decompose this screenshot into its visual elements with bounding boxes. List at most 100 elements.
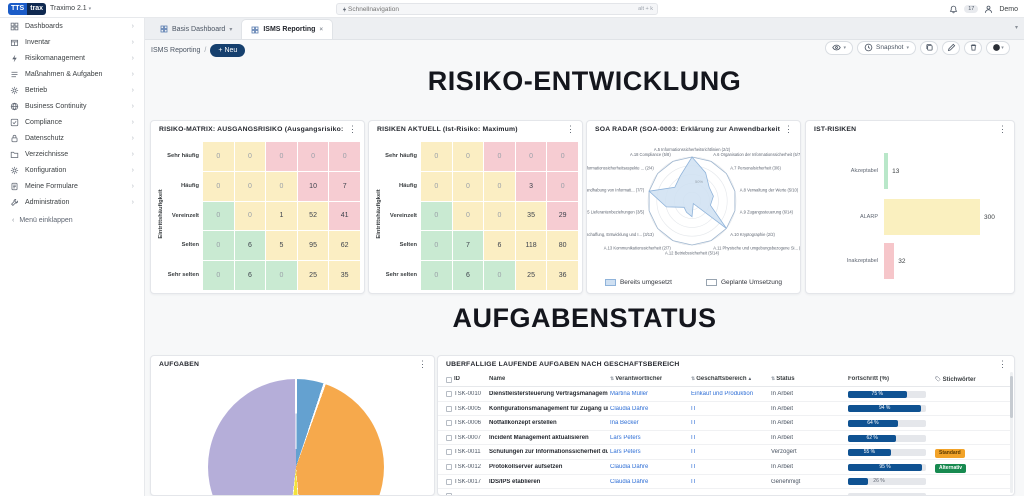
sidebar-item-inventar[interactable]: Inventar › [0,34,144,50]
row-checkbox[interactable] [446,420,452,427]
cell-responsible-link[interactable]: Martina Müller [610,391,689,397]
cell-area-link[interactable]: IT [691,406,769,412]
kebab-menu-icon[interactable]: ⋮ [784,125,793,134]
section-title-aufgabenstatus: AUFGABENSTATUS [452,303,717,333]
notification-badge[interactable]: 17 [964,5,979,13]
row-checkbox[interactable] [446,464,452,470]
table-row[interactable]: TSK-0017 IDS/IPS etablieren Claudia Dähre I… [438,475,1010,490]
table-row[interactable]: TSK-0010 Dienstleistersteuerung Vertragsm… [438,387,1010,402]
bell-icon[interactable] [949,5,958,14]
chevron-down-icon[interactable]: ▾ [1015,24,1018,31]
col-header-stichwoerter[interactable]: Stichwörter [935,376,976,383]
cell-area-link[interactable]: IT [691,449,769,455]
col-header-status[interactable]: ⇅Status [771,376,795,382]
sidebar-item-ma-nahmen-aufgaben[interactable]: Maßnahmen & Aufgaben › [0,66,144,82]
matrix-row-label: Häufig [398,182,417,189]
table-row[interactable]: TSK-0012 Protokollserver aufsetzen Claudia… [438,460,1010,475]
table-scrollbar[interactable] [1010,372,1013,493]
sidebar-item-datenschutz[interactable]: Datenschutz › [0,130,144,146]
table-scrollbar-thumb[interactable] [1010,376,1013,418]
table-row[interactable]: TSK-0005 Konfigurationsmanagement für Zug… [438,402,1010,417]
cell-area-link[interactable]: IT [691,435,769,441]
matrix-cell: 0 [297,142,329,171]
search-input[interactable] [348,5,639,13]
user-menu[interactable]: Demo [999,6,1018,13]
sidebar-item-konfiguration[interactable]: Konfiguration › [0,162,144,178]
row-checkbox[interactable] [446,434,452,441]
table-row[interactable]: TSK-0011 Schulungen zur Informationssiche… [438,445,1010,460]
tab-basis-dashboard[interactable]: Basis Dashboard ▾ [151,19,241,39]
sidebar-item-administration[interactable]: Administration › [0,194,144,210]
cell-area-link[interactable]: IT [691,420,769,426]
row-checkbox[interactable] [446,449,452,456]
select-all-checkbox[interactable] [446,376,452,383]
table-row[interactable]: TSK-0006 Notfallkonzept erstellen Ina Beck… [438,416,1010,431]
cell-responsible-link[interactable]: Claudia Dähre [610,406,689,412]
kebab-menu-icon[interactable]: ⋮ [418,360,427,369]
chevron-right-icon: › [131,22,134,30]
cell-area-link[interactable]: IT [691,479,769,485]
duplicate-button[interactable] [920,40,938,55]
progress-label: 26 % [873,478,885,485]
app-logo[interactable]: TTS trax [8,3,47,15]
sidebar-item-verzeichnisse[interactable]: Verzeichnisse › [0,146,144,162]
delete-button[interactable] [964,40,982,55]
row-checkbox[interactable] [446,405,452,412]
table-row[interactable] [438,489,1010,495]
cell-id: TSK-0012 [454,464,482,470]
list-icon [11,71,18,77]
visibility-button[interactable]: ▾ [824,40,854,55]
lock-icon [11,134,18,142]
edit-button[interactable] [942,40,960,55]
sidebar-item-dashboards[interactable]: Dashboards › [0,18,144,34]
sidebar-item-business-continuity[interactable]: Business Continuity › [0,98,144,114]
cell-area-link[interactable]: IT [691,464,769,470]
matrix-cell: 0 [203,201,234,231]
product-version-menu[interactable]: Traximo 2.1 ▾ [50,5,91,12]
tasks-pie-chart [208,379,384,495]
sidebar-item-label: Dashboards [25,22,63,30]
close-icon[interactable]: × [319,27,323,33]
breadcrumb-item[interactable]: ISMS Reporting [151,47,200,54]
kebab-menu-icon[interactable]: ⋮ [998,125,1007,134]
matrix-cell: 0 [452,171,484,201]
cell-area-link[interactable]: Einkauf und Produktion [691,391,769,397]
sidebar-item-compliance[interactable]: Compliance › [0,114,144,130]
tab-isms-reporting[interactable]: ISMS Reporting × [241,19,333,39]
sidebar-item-risikomanagement[interactable]: Risikomanagement › [0,50,144,66]
kebab-menu-icon[interactable]: ⋮ [566,125,575,134]
col-header-geschaeftsbereich[interactable]: ⇅Geschäftsbereich ▴ [691,376,751,382]
progress-label: 75 % [871,390,883,397]
sidebar-item-meine-formulare[interactable]: Meine Formulare › [0,178,144,194]
kebab-menu-icon[interactable]: ⋮ [348,125,357,134]
cell-responsible-link[interactable]: Claudia Dähre [610,479,689,485]
grid-icon [251,26,259,33]
quick-navigation-search[interactable]: alt + k [336,3,658,15]
row-checkbox[interactable] [446,391,452,397]
card-title: RISIKEN AKTUELL (Ist-Risiko: Maximum) [377,126,518,133]
table-row[interactable]: TSK-0007 Incident Management aktualisiere… [438,431,1010,446]
matrix-cell: 0 [329,142,360,171]
options-button[interactable]: ▾ [986,40,1010,55]
sidebar-item-betrieb[interactable]: Betrieb › [0,82,144,98]
matrix-cell: 95 [297,231,329,261]
col-header-id[interactable]: ID [454,376,460,382]
snapshot-button[interactable]: Snapshot ▾ [857,40,916,55]
col-header-name[interactable]: Name [489,376,505,382]
cell-responsible-link[interactable]: Lars Peters [610,449,689,455]
cell-responsible-link[interactable]: Claudia Dähre [610,464,689,470]
new-button[interactable]: + Neu [210,43,246,57]
cell-responsible-link[interactable]: Ina Becker [610,420,689,426]
sidebar-item-label: Administration [25,198,70,206]
cell-responsible-link[interactable]: Lars Peters [610,435,689,441]
col-header-fortschritt[interactable]: Fortschritt (%) [848,376,889,382]
kebab-menu-icon[interactable]: ⋮ [998,360,1007,369]
row-checkbox[interactable] [446,478,452,485]
sidebar-item-label: Konfiguration [25,166,67,174]
matrix-cell: 0 [266,171,297,201]
sidebar-collapse-button[interactable]: ‹ Menü einklappen [0,212,144,228]
col-header-verantwortlicher[interactable]: ⇅Verantwortlicher [610,376,662,382]
user-icon [985,5,993,13]
progress-fill [848,478,869,486]
matrix-cell: 0 [421,201,452,231]
